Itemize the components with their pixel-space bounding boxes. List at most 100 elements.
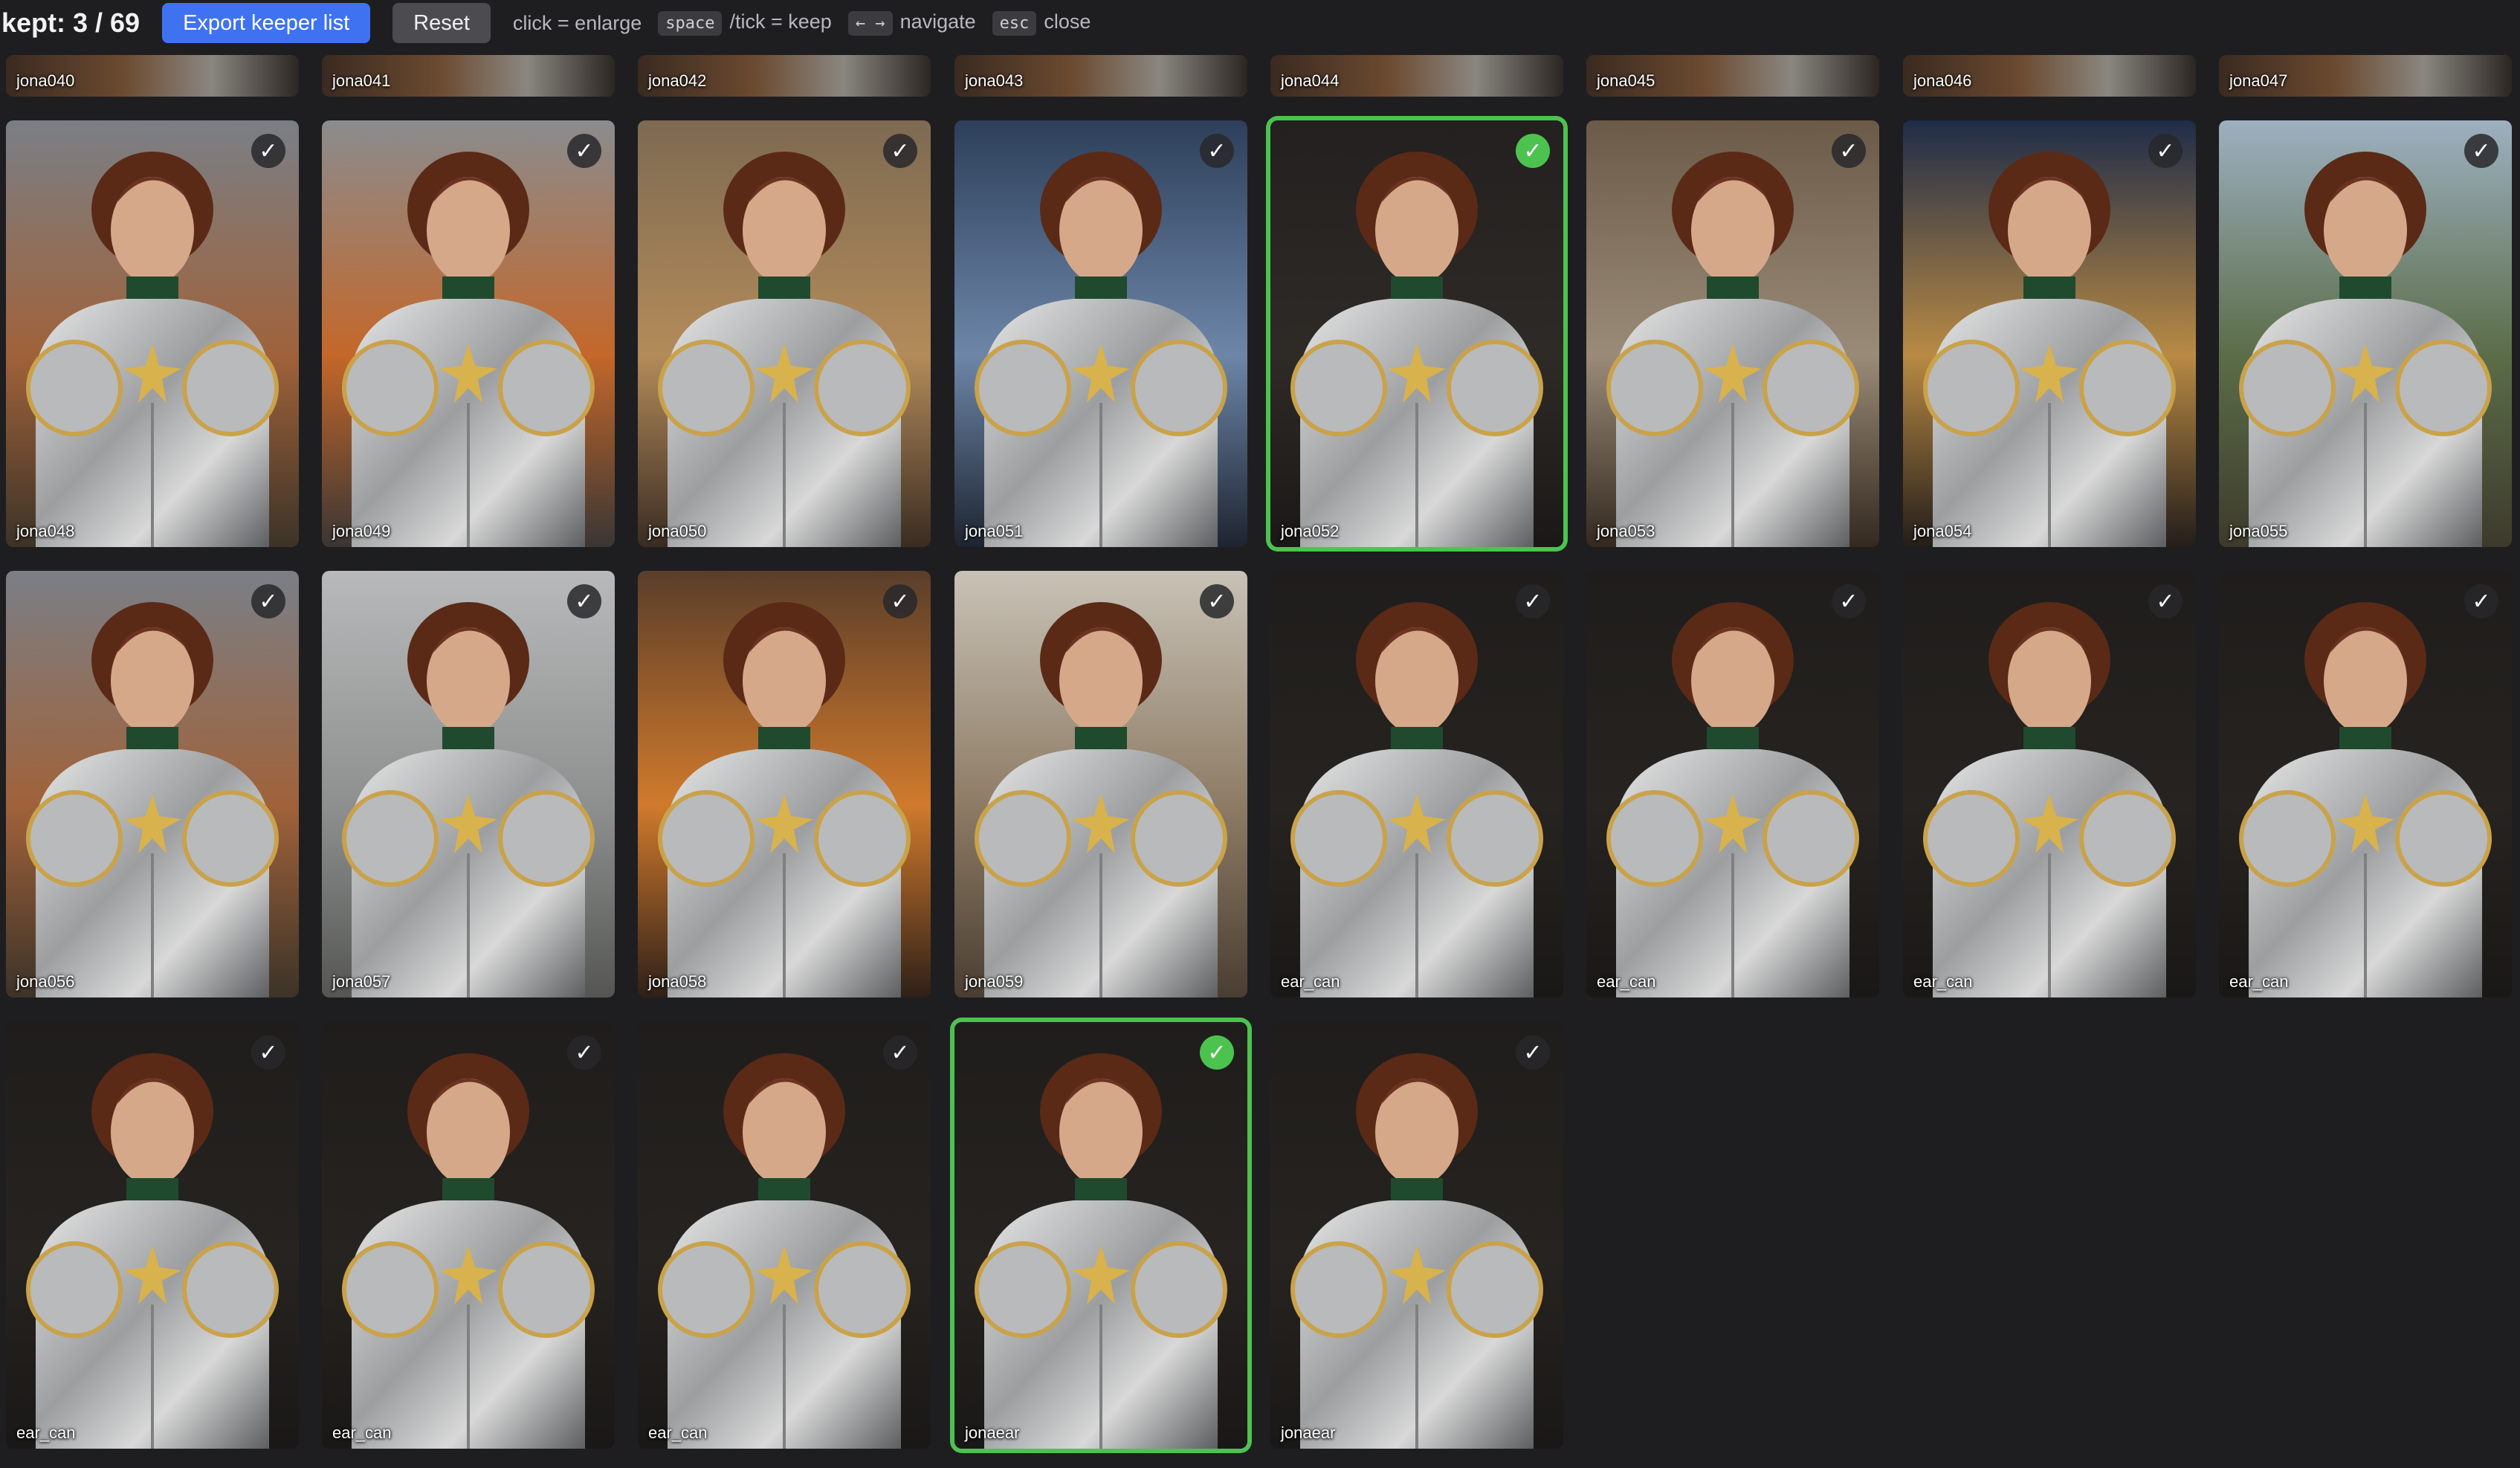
image-label: jona041 (332, 71, 391, 90)
portrait-image (322, 1022, 615, 1449)
keep-check-icon[interactable]: ✓ (1200, 584, 1234, 618)
arrow-keys-badge: ← → (847, 11, 893, 36)
portrait-image (322, 120, 615, 547)
image-tile[interactable]: ✓ jona050 (638, 120, 931, 547)
image-tile[interactable]: ✓ jonaear (954, 1022, 1247, 1449)
toolbar: kept: 3 / 69 Export keeper list Reset cl… (0, 0, 2520, 46)
image-label: jona052 (1281, 522, 1340, 540)
hint-tick-keep: /tick = keep (729, 10, 832, 33)
keep-check-icon[interactable]: ✓ (251, 134, 285, 168)
keep-check-icon[interactable]: ✓ (2148, 584, 2183, 618)
image-label: jona045 (1597, 71, 1655, 90)
esc-key-badge: esc (992, 11, 1037, 36)
keep-check-icon[interactable]: ✓ (567, 1035, 601, 1070)
image-tile[interactable]: ✓ jona052 (1270, 120, 1563, 547)
image-tile[interactable]: ✓ jona058 (638, 571, 931, 997)
image-tile-partial[interactable]: jona043 (954, 55, 1247, 97)
image-tile[interactable]: ✓ ear_can (1586, 571, 1879, 997)
keep-check-icon[interactable]: ✓ (883, 134, 917, 168)
image-label: jona059 (965, 972, 1024, 991)
portrait-image (1903, 120, 2196, 547)
image-tile[interactable]: ✓ jona053 (1586, 120, 1879, 547)
portrait-image (1586, 571, 1879, 997)
portrait-image (638, 120, 931, 547)
image-tile[interactable]: ✓ jona048 (6, 120, 299, 547)
keep-check-icon[interactable]: ✓ (1516, 134, 1550, 168)
image-label: jona050 (648, 522, 707, 540)
image-label: jona056 (16, 972, 75, 991)
image-label: jona053 (1597, 522, 1655, 540)
keep-check-icon[interactable]: ✓ (1200, 134, 1234, 168)
keep-check-icon[interactable]: ✓ (1832, 584, 1866, 618)
portrait-image (322, 571, 615, 997)
image-label: jona047 (2229, 71, 2288, 90)
portrait-image (954, 1022, 1247, 1449)
portrait-image (638, 571, 931, 997)
image-tile[interactable]: ✓ ear_can (1270, 571, 1563, 997)
keep-check-icon[interactable]: ✓ (1832, 134, 1866, 168)
image-tile[interactable]: ✓ jonaear (1270, 1022, 1563, 1449)
hint-close: esc close (992, 10, 1091, 36)
keep-check-icon[interactable]: ✓ (1200, 1035, 1234, 1070)
image-label: jona054 (1913, 522, 1972, 540)
hint-navigate-label: navigate (899, 10, 976, 33)
keep-check-icon[interactable]: ✓ (883, 584, 917, 618)
image-tile-partial[interactable]: jona040 (6, 55, 299, 97)
image-label: ear_can (16, 1423, 76, 1442)
keep-check-icon[interactable]: ✓ (251, 1035, 285, 1070)
keep-check-icon[interactable]: ✓ (567, 584, 601, 618)
keep-check-icon[interactable]: ✓ (251, 584, 285, 618)
portrait-image (638, 1022, 931, 1449)
image-label: jona058 (648, 972, 707, 991)
image-label: jonaear (965, 1423, 1020, 1442)
image-label: jona040 (16, 71, 75, 90)
image-tile[interactable]: ✓ jona051 (954, 120, 1247, 547)
portrait-image (2219, 120, 2512, 547)
keep-check-icon[interactable]: ✓ (2464, 134, 2498, 168)
image-tile[interactable]: ✓ ear_can (6, 1022, 299, 1449)
image-label: jona042 (648, 71, 707, 90)
kept-counter: kept: 3 / 69 (1, 7, 140, 38)
image-tile[interactable]: ✓ jona056 (6, 571, 299, 997)
hint-navigate: ← → navigate (847, 10, 976, 36)
portrait-image (1270, 1022, 1563, 1449)
image-tile-partial[interactable]: jona044 (1270, 55, 1563, 97)
portrait-image (1270, 120, 1563, 547)
image-tile[interactable]: ✓ ear_can (638, 1022, 931, 1449)
portrait-image (1586, 120, 1879, 547)
image-tile[interactable]: ✓ jona049 (322, 120, 615, 547)
image-tile-partial[interactable]: jona045 (1586, 55, 1879, 97)
image-tile-partial[interactable]: jona041 (322, 55, 615, 97)
image-tile[interactable]: ✓ ear_can (1903, 571, 2196, 997)
portrait-image (954, 120, 1247, 547)
image-tile[interactable]: ✓ jona054 (1903, 120, 2196, 547)
export-keeper-list-button[interactable]: Export keeper list (162, 3, 371, 43)
space-key-badge: space (658, 11, 723, 36)
keep-check-icon[interactable]: ✓ (1516, 1035, 1550, 1070)
portrait-image (1903, 571, 2196, 997)
image-tile[interactable]: ✓ jona055 (2219, 120, 2512, 547)
keep-check-icon[interactable]: ✓ (883, 1035, 917, 1070)
keep-check-icon[interactable]: ✓ (1516, 584, 1550, 618)
reset-button[interactable]: Reset (392, 3, 491, 43)
image-tile[interactable]: ✓ ear_can (2219, 571, 2512, 997)
image-tile-partial[interactable]: jona047 (2219, 55, 2512, 97)
portrait-image (6, 571, 299, 997)
keep-check-icon[interactable]: ✓ (567, 134, 601, 168)
image-tile[interactable]: ✓ jona057 (322, 571, 615, 997)
image-label: jona048 (16, 522, 75, 540)
image-tile-partial[interactable]: jona046 (1903, 55, 2196, 97)
image-label: ear_can (332, 1423, 392, 1442)
image-label: jona043 (965, 71, 1024, 90)
image-label: jona055 (2229, 522, 2288, 540)
image-tile[interactable]: ✓ ear_can (322, 1022, 615, 1449)
portrait-image (2219, 571, 2512, 997)
keep-check-icon[interactable]: ✓ (2464, 584, 2498, 618)
portrait-image (954, 571, 1247, 997)
image-label: ear_can (2229, 972, 2289, 991)
keep-check-icon[interactable]: ✓ (2148, 134, 2183, 168)
image-tile[interactable]: ✓ jona059 (954, 571, 1247, 997)
image-label: jona057 (332, 972, 391, 991)
image-label: ear_can (1913, 972, 1973, 991)
image-tile-partial[interactable]: jona042 (638, 55, 931, 97)
